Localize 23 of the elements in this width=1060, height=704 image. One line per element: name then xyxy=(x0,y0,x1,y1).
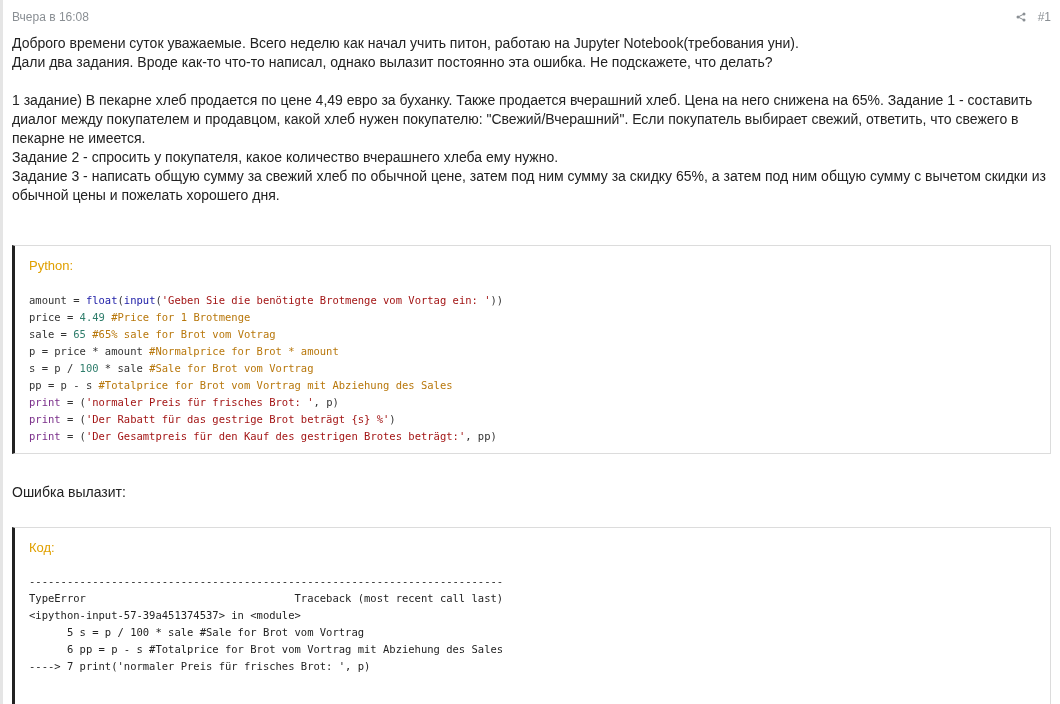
code-line: <ipython-input-57-39a451374537> in <module> xyxy=(29,608,301,623)
code-line: price = 4.49 #Price for 1 Brotmenge xyxy=(29,309,251,325)
code-line: amount = float(input('Geben Sie die benötigte Brotmenge vom Vortag ein: ')) xyxy=(29,292,504,308)
error-caption: Ошибка вылазит: xyxy=(12,482,127,502)
code-line: 6 pp = p - s #Totalprice for Brot vom Vortrag mit Abziehung des Sales xyxy=(65,642,504,657)
code-line: print = ('Der Gesamtpreis für den Kauf des gestrigen Brotes beträgt:', pp) xyxy=(29,428,497,444)
code-line: pp = p - s #Totalprice for Brot vom Vortrag mit Abziehung des Sales xyxy=(29,377,453,393)
code-block-label: Python: xyxy=(29,257,75,275)
code-line: TypeError Traceback (most recent call last) xyxy=(29,591,504,606)
code-line: s = p / 100 * sale #Sale for Brot vom Vortrag xyxy=(29,360,314,376)
code-line: p = price * amount #Normalprice for Brot * amount xyxy=(29,343,339,359)
code-line: sale = 65 #65% sale for Brot vom Votrag xyxy=(29,326,276,342)
code-line: print = ('normaler Preis für frisches Brot: ', p) xyxy=(29,394,339,410)
paragraph: Доброго времени суток уважаемые. Всего неделю как начал учить питон, работаю на Jupyter Notebook(требования уни). Дали два задания. Вроде как-то что-то написал, однако вылазит постоянно эта ошибка. Не подскажете, что делать? xyxy=(12,34,800,72)
code-block-label: Код: xyxy=(29,538,56,557)
code-line: print = ('Der Rabatt für das gestrige Brot beträgt {s} %') xyxy=(29,411,396,427)
paragraph: 1 задание) В пекарне хлеб продается по цене 4,49 евро за буханку. Также продается вчерашний хлеб. Цена на него снижена на 65%. Задание 1 - составить диалог между покупателем и продавцом, какой хлеб нужен покупателю: "Свежий/Вчерашний". Если покупатель выбирает свежий, ответить, что свежего в пекарне не имеется. Задание 2 - спросить у покупателя, какое количество вчерашнего хлеба ему нужно. Задание 3 - написать общую сумму за свежий хлеб по обычной цене, затем под ним сумму за скидку 65%, а затем под ним общую сумму с вычетом скидки из обычной цены и пожелать хорошего дня. xyxy=(12,91,1047,205)
code-line: 5 s = p / 100 * sale #Sale for Brot vom Vortrag xyxy=(65,625,365,640)
share-icon[interactable] xyxy=(1015,12,1026,22)
post-time: Вчера в 16:08 xyxy=(12,9,89,26)
code-line: ----> 7 print('normaler Preis für frisches Brot: ', p) xyxy=(29,659,371,674)
post-number-link[interactable]: #1 xyxy=(1037,8,1051,26)
code-line: --------------------------------------------------------------------------- xyxy=(29,574,504,589)
